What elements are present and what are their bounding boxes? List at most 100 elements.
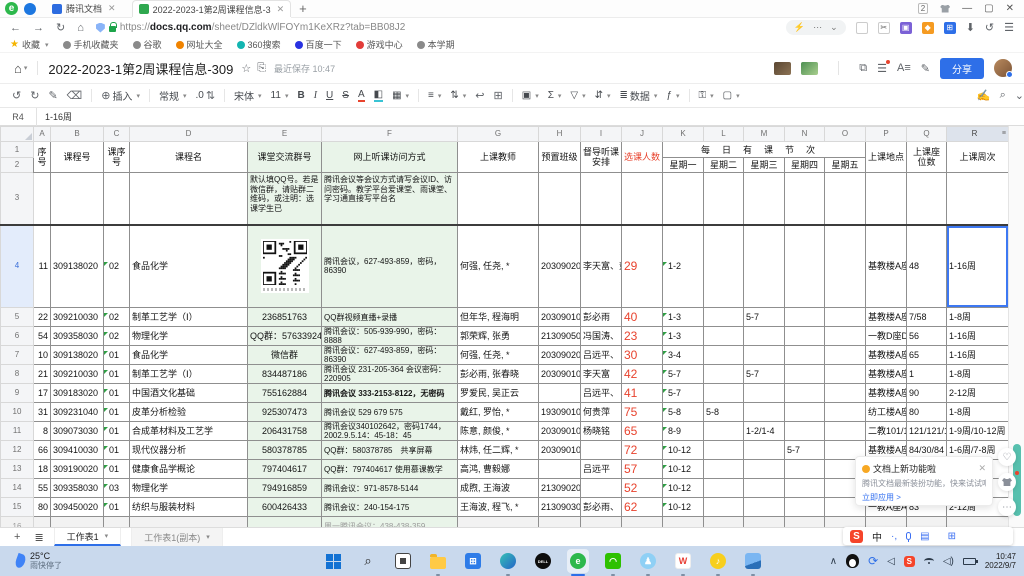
cell-N8[interactable]: [785, 365, 825, 384]
data-menu-button[interactable]: ≣数据▾: [620, 88, 658, 103]
cell-N16[interactable]: [785, 517, 825, 528]
cell-F9[interactable]: 腾讯会议 333-2153-8122，无密码: [322, 384, 458, 403]
cell-J16[interactable]: [622, 517, 663, 528]
cell-D12[interactable]: 现代仪器分析: [130, 441, 248, 460]
battery-icon[interactable]: [963, 558, 976, 565]
cell-L9[interactable]: [704, 384, 744, 403]
cell-C8[interactable]: 01: [104, 365, 130, 384]
cell-L3[interactable]: [704, 173, 744, 225]
cell-I14[interactable]: [581, 479, 622, 498]
select-all-corner[interactable]: [1, 127, 34, 142]
cell-K7[interactable]: 3-4: [663, 346, 704, 365]
sort-button[interactable]: ⇵▾: [595, 90, 611, 101]
header-group-days[interactable]: 每日有课节次: [663, 142, 866, 158]
task-view-icon[interactable]: [392, 549, 414, 573]
cell-G10[interactable]: 戴红, 罗怡, *: [458, 403, 539, 422]
cell-D5[interactable]: 制革工艺学（Ⅰ）: [130, 308, 248, 327]
bookmark-item[interactable]: 360搜索: [237, 38, 281, 51]
soft-keyboard-icon[interactable]: ▤: [920, 531, 929, 542]
cell-G14[interactable]: 成煦, 王海波: [458, 479, 539, 498]
cell-B4[interactable]: 309138020: [51, 225, 104, 308]
row-header-16[interactable]: 16: [1, 517, 34, 528]
fill-color-button[interactable]: ◧: [374, 90, 383, 102]
edge-icon[interactable]: [497, 549, 519, 573]
cell-C12[interactable]: 01: [104, 441, 130, 460]
lock-button[interactable]: ⚿▾: [699, 90, 714, 101]
row-header-1[interactable]: 1: [1, 142, 34, 158]
cell-E6[interactable]: QQ群：576339245: [248, 327, 322, 346]
cell-F3[interactable]: 腾讯会议等会议方式请写会议ID、访问密码。教学平台爱课堂、雨课堂、学习通直接写平…: [322, 173, 458, 225]
cell-D7[interactable]: 食品化学: [130, 346, 248, 365]
cell-B6[interactable]: 309358030: [51, 327, 104, 346]
cell-B13[interactable]: 309190020: [51, 460, 104, 479]
cell-N14[interactable]: [785, 479, 825, 498]
cell-C5[interactable]: 02: [104, 308, 130, 327]
cell-E16[interactable]: [248, 517, 322, 528]
sogou-logo-icon[interactable]: S: [850, 530, 863, 543]
screenshot-extension-icon[interactable]: ✂: [878, 22, 890, 34]
cell-E15[interactable]: 600426433: [248, 498, 322, 517]
more-fab-icon[interactable]: ⋯: [998, 498, 1016, 516]
font-family-select[interactable]: 宋体▾: [234, 88, 262, 103]
dell-icon[interactable]: DELL: [532, 549, 554, 573]
cell-B16[interactable]: [51, 517, 104, 528]
cell-H5[interactable]: 20309010: [539, 308, 581, 327]
docs-home-icon[interactable]: ⌂: [14, 61, 22, 76]
cell-Q4[interactable]: 48: [907, 225, 947, 308]
cell-F6[interactable]: 腾讯会议：505-939-990，密码：8888: [322, 327, 458, 346]
taskbar-weather-widget[interactable]: 25°C雨快停了: [16, 551, 62, 571]
cell-M3[interactable]: [744, 173, 785, 225]
toolbox-icon[interactable]: ⊞: [948, 531, 956, 542]
cell-A11[interactable]: 8: [34, 422, 51, 441]
row-header-12[interactable]: 12: [1, 441, 34, 460]
cell-L16[interactable]: [704, 517, 744, 528]
cell-D4[interactable]: 食品化学: [130, 225, 248, 308]
v-align-button[interactable]: ⇅▾: [450, 90, 466, 101]
cell-A4[interactable]: 11: [34, 225, 51, 308]
cell-O5[interactable]: [825, 308, 866, 327]
sync-tray-icon[interactable]: ⟳: [868, 554, 878, 568]
formula-button[interactable]: ƒ▾: [666, 90, 679, 101]
col-header-Q[interactable]: Q: [907, 127, 947, 142]
cell-M5[interactable]: 5-7: [744, 308, 785, 327]
header-day-5[interactable]: 星期五: [825, 158, 866, 173]
col-header-N[interactable]: N: [785, 127, 825, 142]
cell-K12[interactable]: 10-12: [663, 441, 704, 460]
cell-I13[interactable]: 吕远平: [581, 460, 622, 479]
cell-R9[interactable]: 2-12周: [947, 384, 1009, 403]
cell-F15[interactable]: 腾讯会议：240-154-175: [322, 498, 458, 517]
cell-G16[interactable]: [458, 517, 539, 528]
cell-G11[interactable]: 陈意, 颜俊, *: [458, 422, 539, 441]
column-filter-icon[interactable]: ≡: [1002, 129, 1006, 139]
cell-M15[interactable]: [744, 498, 785, 517]
cell-A6[interactable]: 54: [34, 327, 51, 346]
cell-I6[interactable]: 冯国涛、: [581, 327, 622, 346]
cell-O6[interactable]: [825, 327, 866, 346]
col-header-C[interactable]: C: [104, 127, 130, 142]
cell-K5[interactable]: 1-3: [663, 308, 704, 327]
cell-I4[interactable]: 李天富、董: [581, 225, 622, 308]
header-B[interactable]: 课程号: [51, 142, 104, 173]
apps-grid-icon[interactable]: ⊞: [944, 22, 956, 34]
cell-N11[interactable]: [785, 422, 825, 441]
cell-F4[interactable]: 腾讯会议，627-493-859，密码，86390: [322, 225, 458, 308]
forward-icon[interactable]: →: [33, 21, 44, 34]
cell-J7[interactable]: 30: [622, 346, 663, 365]
cell-O9[interactable]: [825, 384, 866, 403]
wps-icon[interactable]: W: [672, 549, 694, 573]
cell-C13[interactable]: 01: [104, 460, 130, 479]
more-tools-icon[interactable]: ⋯: [813, 22, 822, 33]
format-painter-icon[interactable]: ✎: [48, 89, 57, 102]
cell-A10[interactable]: 31: [34, 403, 51, 422]
cell-I8[interactable]: 李天富: [581, 365, 622, 384]
cell-I16[interactable]: [581, 517, 622, 528]
punctuation-icon[interactable]: ·,: [891, 531, 897, 542]
header-D[interactable]: 课程名: [130, 142, 248, 173]
qq-contact-icon[interactable]: ♟: [637, 549, 659, 573]
cell-E8[interactable]: 834487186: [248, 365, 322, 384]
cell-C11[interactable]: 01: [104, 422, 130, 441]
cell-F13[interactable]: QQ群：797404617 使用慕课教学: [322, 460, 458, 479]
cell-M10[interactable]: [744, 403, 785, 422]
cell-G4[interactable]: 何强, 任尧, *: [458, 225, 539, 308]
cell-K8[interactable]: 5-7: [663, 365, 704, 384]
